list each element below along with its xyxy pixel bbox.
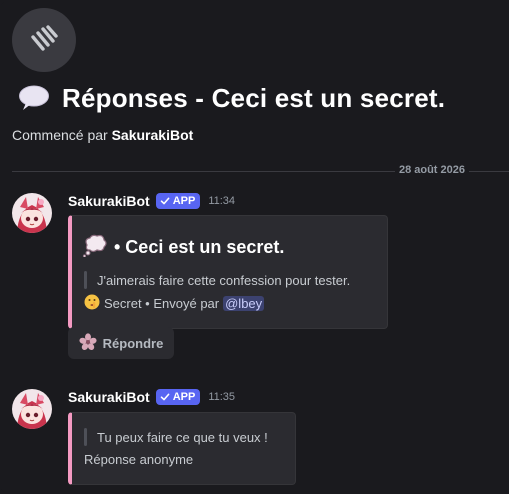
message-1: SakurakiBot APP 11:34 • Ceci est un secr…	[12, 193, 492, 365]
message-embed: Tu peux faire ce que tu veux ! Réponse a…	[68, 412, 296, 485]
app-badge: APP	[155, 389, 201, 405]
shushing-face-icon	[84, 294, 100, 313]
divider-date: 28 août 2026	[394, 164, 469, 176]
thread-icon	[12, 8, 76, 72]
checkmark-icon	[160, 197, 170, 205]
sakura-flower-icon	[79, 332, 97, 354]
speech-balloon-icon	[18, 82, 50, 114]
embed-quote-text: J'aimerais faire cette confession pour t…	[97, 272, 351, 288]
thread-title: Réponses - Ceci est un secret.	[62, 82, 446, 113]
message-header: SakurakiBot APP 11:34	[68, 193, 235, 209]
app-badge: APP	[155, 193, 201, 209]
embed-title-text: • Ceci est un secret.	[114, 237, 285, 257]
badge-label: APP	[172, 391, 196, 403]
thread-started-by: Commencé par SakurakiBot	[12, 127, 193, 143]
embed-footer-text: Réponse anonyme	[84, 452, 194, 467]
avatar[interactable]	[12, 193, 52, 233]
message-time[interactable]: 11:35	[208, 391, 235, 403]
embed-footer: Réponse anonyme	[84, 452, 193, 467]
embed-quote: J'aimerais faire cette confession pour t…	[84, 271, 350, 289]
user-mention[interactable]: @lbey	[223, 296, 265, 311]
avatar[interactable]	[12, 389, 52, 429]
embed-quote-text: Tu peux faire ce que tu veux !	[97, 429, 268, 445]
started-by-user[interactable]: SakurakiBot	[112, 127, 194, 143]
started-by-prefix: Commencé par	[12, 127, 108, 143]
thread-title-row: Réponses - Ceci est un secret.	[18, 82, 445, 114]
quote-bar	[84, 428, 87, 446]
author-name[interactable]: SakurakiBot	[68, 389, 150, 405]
thought-balloon-icon	[82, 233, 108, 262]
quote-bar	[84, 271, 87, 289]
message-embed: • Ceci est un secret. J'aimerais faire c…	[68, 215, 388, 329]
embed-footer: Secret • Envoyé par @lbey	[84, 294, 265, 313]
embed-quote: Tu peux faire ce que tu veux !	[84, 428, 268, 446]
author-name[interactable]: SakurakiBot	[68, 193, 150, 209]
reply-button-label: Répondre	[102, 335, 164, 351]
reply-button[interactable]: Répondre	[68, 327, 174, 359]
message-2: SakurakiBot APP 11:35 Tu peux faire ce q…	[12, 389, 492, 489]
checkmark-icon	[160, 393, 170, 401]
embed-title: • Ceci est un secret.	[82, 233, 284, 262]
message-header: SakurakiBot APP 11:35	[68, 389, 235, 405]
discord-thread-view: Réponses - Ceci est un secret. Commencé …	[0, 0, 509, 494]
embed-footer-label: Secret • Envoyé par	[104, 296, 220, 311]
badge-label: APP	[172, 195, 196, 207]
message-time[interactable]: 11:34	[208, 195, 235, 207]
